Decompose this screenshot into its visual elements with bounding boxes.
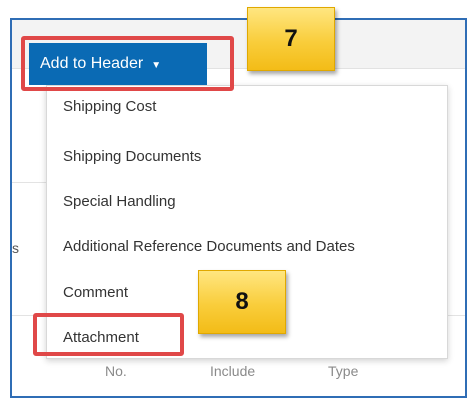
step-callout-8: 8 (198, 270, 286, 334)
highlight-attachment (33, 313, 184, 356)
menu-item-comment[interactable]: Comment (63, 284, 128, 301)
column-header-no[interactable]: No. (105, 363, 127, 379)
step-callout-7: 7 (247, 7, 335, 71)
highlight-add-to-header (21, 36, 234, 91)
menu-item-shipping-cost[interactable]: Shipping Cost (63, 98, 156, 115)
menu-item-additional-reference-documents[interactable]: Additional Reference Documents and Dates (63, 238, 355, 255)
background-text: s (12, 240, 19, 256)
menu-item-shipping-documents[interactable]: Shipping Documents (63, 148, 201, 165)
column-header-type[interactable]: Type (328, 363, 358, 379)
menu-item-special-handling[interactable]: Special Handling (63, 193, 176, 210)
column-header-include[interactable]: Include (210, 363, 255, 379)
